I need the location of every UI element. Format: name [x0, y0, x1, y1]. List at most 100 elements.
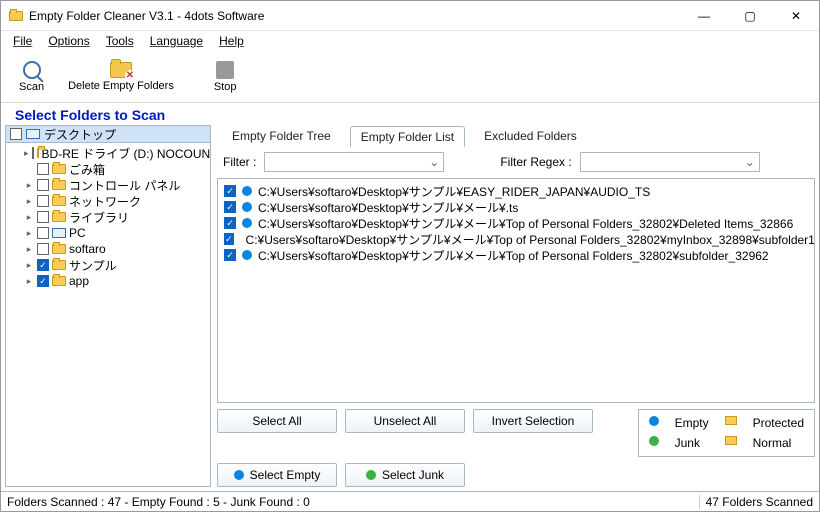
expand-icon[interactable]: ▸: [24, 228, 34, 238]
row-checkbox[interactable]: [224, 249, 236, 261]
empty-dot-icon: [242, 218, 252, 228]
expand-icon[interactable]: [24, 164, 34, 174]
tree-node[interactable]: ▸ softaro: [6, 241, 210, 257]
folder-list[interactable]: C:¥Users¥softaro¥Desktop¥サンプル¥EASY_RIDER…: [217, 178, 815, 403]
expand-icon[interactable]: ▸: [24, 276, 34, 286]
search-icon: [23, 61, 41, 79]
select-all-button[interactable]: Select All: [217, 409, 337, 433]
folder-delete-icon: [110, 62, 132, 78]
root-checkbox[interactable]: [10, 128, 22, 140]
row-checkbox[interactable]: [224, 185, 236, 197]
menu-options[interactable]: Options: [48, 34, 89, 48]
desktop-icon: [26, 129, 40, 139]
node-checkbox[interactable]: [37, 163, 49, 175]
close-button[interactable]: ✕: [773, 1, 819, 30]
node-checkbox[interactable]: [32, 147, 34, 159]
legend-empty: Empty: [675, 416, 709, 430]
tree-node[interactable]: ▸ライブラリ: [6, 209, 210, 225]
right-column: Empty Folder Tree Empty Folder List Excl…: [217, 125, 815, 487]
list-row[interactable]: C:¥Users¥softaro¥Desktop¥サンプル¥EASY_RIDER…: [224, 183, 808, 199]
tab-excluded[interactable]: Excluded Folders: [473, 125, 588, 146]
expand-icon[interactable]: ▸: [24, 180, 34, 190]
filter-combo[interactable]: ⌄: [264, 152, 444, 172]
button-row-2: Select Empty Select Junk: [217, 457, 815, 487]
node-checkbox[interactable]: [37, 259, 49, 271]
tab-empty-list[interactable]: Empty Folder List: [350, 126, 465, 147]
root-label: デスクトップ: [44, 126, 116, 143]
folder-icon: [37, 148, 39, 158]
normal-icon: [725, 436, 737, 445]
menubar: File Options Tools Language Help: [1, 31, 819, 51]
filter-row: Filter : ⌄ Filter Regex : ⌄: [217, 146, 815, 178]
node-checkbox[interactable]: [37, 227, 49, 239]
node-label: ごみ箱: [69, 161, 105, 178]
regex-combo[interactable]: ⌄: [580, 152, 760, 172]
regex-label: Filter Regex :: [500, 155, 571, 169]
app-icon: [9, 11, 23, 21]
node-label: softaro: [69, 242, 106, 256]
empty-dot-icon: [242, 250, 252, 260]
expand-icon[interactable]: ▸: [24, 148, 29, 158]
node-checkbox[interactable]: [37, 179, 49, 191]
row-checkbox[interactable]: [224, 201, 236, 213]
list-row[interactable]: C:¥Users¥softaro¥Desktop¥サンプル¥メール¥.ts: [224, 199, 808, 215]
stop-icon: [216, 61, 234, 79]
row-path: C:¥Users¥softaro¥Desktop¥サンプル¥EASY_RIDER…: [258, 183, 650, 200]
expand-icon[interactable]: ▸: [24, 212, 34, 222]
unselect-all-button[interactable]: Unselect All: [345, 409, 465, 433]
row-checkbox[interactable]: [224, 217, 236, 229]
tree-root[interactable]: デスクトップ: [5, 125, 211, 143]
row-checkbox[interactable]: [224, 233, 234, 245]
menu-help[interactable]: Help: [219, 34, 244, 48]
legend-normal: Normal: [753, 436, 804, 450]
node-label: ネットワーク: [69, 193, 141, 210]
expand-icon[interactable]: ▸: [24, 260, 34, 270]
scan-button[interactable]: Scan: [19, 61, 44, 93]
expand-icon[interactable]: ▸: [24, 244, 34, 254]
tree-node[interactable]: ▸ app: [6, 273, 210, 289]
select-junk-button[interactable]: Select Junk: [345, 463, 465, 487]
menu-file[interactable]: File: [13, 34, 32, 48]
tree-node[interactable]: ▸ PC: [6, 225, 210, 241]
node-checkbox[interactable]: [37, 211, 49, 223]
protected-icon: [725, 416, 737, 425]
tree-node[interactable]: ▸ BD-RE ドライブ (D:) NOCOUNTRY: [6, 145, 210, 161]
maximize-button[interactable]: ▢: [727, 1, 773, 30]
tree-node[interactable]: ▸ サンプル: [6, 257, 210, 273]
tab-empty-tree[interactable]: Empty Folder Tree: [221, 125, 342, 146]
row-path: C:¥Users¥softaro¥Desktop¥サンプル¥メール¥Top of…: [246, 231, 815, 248]
folder-icon: [52, 212, 66, 222]
statusbar: Folders Scanned : 47 - Empty Found : 5 -…: [1, 491, 819, 511]
minimize-button[interactable]: —: [681, 1, 727, 30]
tree-panel: デスクトップ ▸ BD-RE ドライブ (D:) NOCOUNTRYごみ箱▸コント…: [5, 125, 211, 487]
tree-list[interactable]: ▸ BD-RE ドライブ (D:) NOCOUNTRYごみ箱▸コントロール パネル…: [5, 143, 211, 487]
scan-label: Scan: [19, 81, 44, 93]
node-label: BD-RE ドライブ (D:) NOCOUNTRY: [42, 145, 211, 162]
section-heading: Select Folders to Scan: [1, 103, 819, 125]
tree-node[interactable]: ごみ箱: [6, 161, 210, 177]
menu-tools[interactable]: Tools: [106, 34, 134, 48]
node-label: app: [69, 274, 89, 288]
expand-icon[interactable]: ▸: [24, 196, 34, 206]
stop-button[interactable]: Stop: [214, 61, 237, 93]
node-checkbox[interactable]: [37, 275, 49, 287]
node-checkbox[interactable]: [37, 195, 49, 207]
node-label: PC: [69, 226, 86, 240]
select-empty-button[interactable]: Select Empty: [217, 463, 337, 487]
green-dot-icon: [366, 470, 376, 480]
menu-language[interactable]: Language: [150, 34, 203, 48]
tab-strip: Empty Folder Tree Empty Folder List Excl…: [217, 125, 815, 146]
delete-empty-button[interactable]: Delete Empty Folders: [68, 62, 174, 92]
node-label: サンプル: [69, 257, 117, 274]
list-row[interactable]: C:¥Users¥softaro¥Desktop¥サンプル¥メール¥Top of…: [224, 215, 808, 231]
list-row[interactable]: C:¥Users¥softaro¥Desktop¥サンプル¥メール¥Top of…: [224, 231, 808, 247]
row-path: C:¥Users¥softaro¥Desktop¥サンプル¥メール¥Top of…: [258, 247, 769, 264]
list-row[interactable]: C:¥Users¥softaro¥Desktop¥サンプル¥メール¥Top of…: [224, 247, 808, 263]
tree-node[interactable]: ▸コントロール パネル: [6, 177, 210, 193]
toolbar: Scan Delete Empty Folders Stop: [1, 51, 819, 103]
node-checkbox[interactable]: [37, 243, 49, 255]
blue-dot-icon: [234, 470, 244, 480]
row-path: C:¥Users¥softaro¥Desktop¥サンプル¥メール¥.ts: [258, 199, 518, 216]
tree-node[interactable]: ▸ ネットワーク: [6, 193, 210, 209]
invert-selection-button[interactable]: Invert Selection: [473, 409, 593, 433]
